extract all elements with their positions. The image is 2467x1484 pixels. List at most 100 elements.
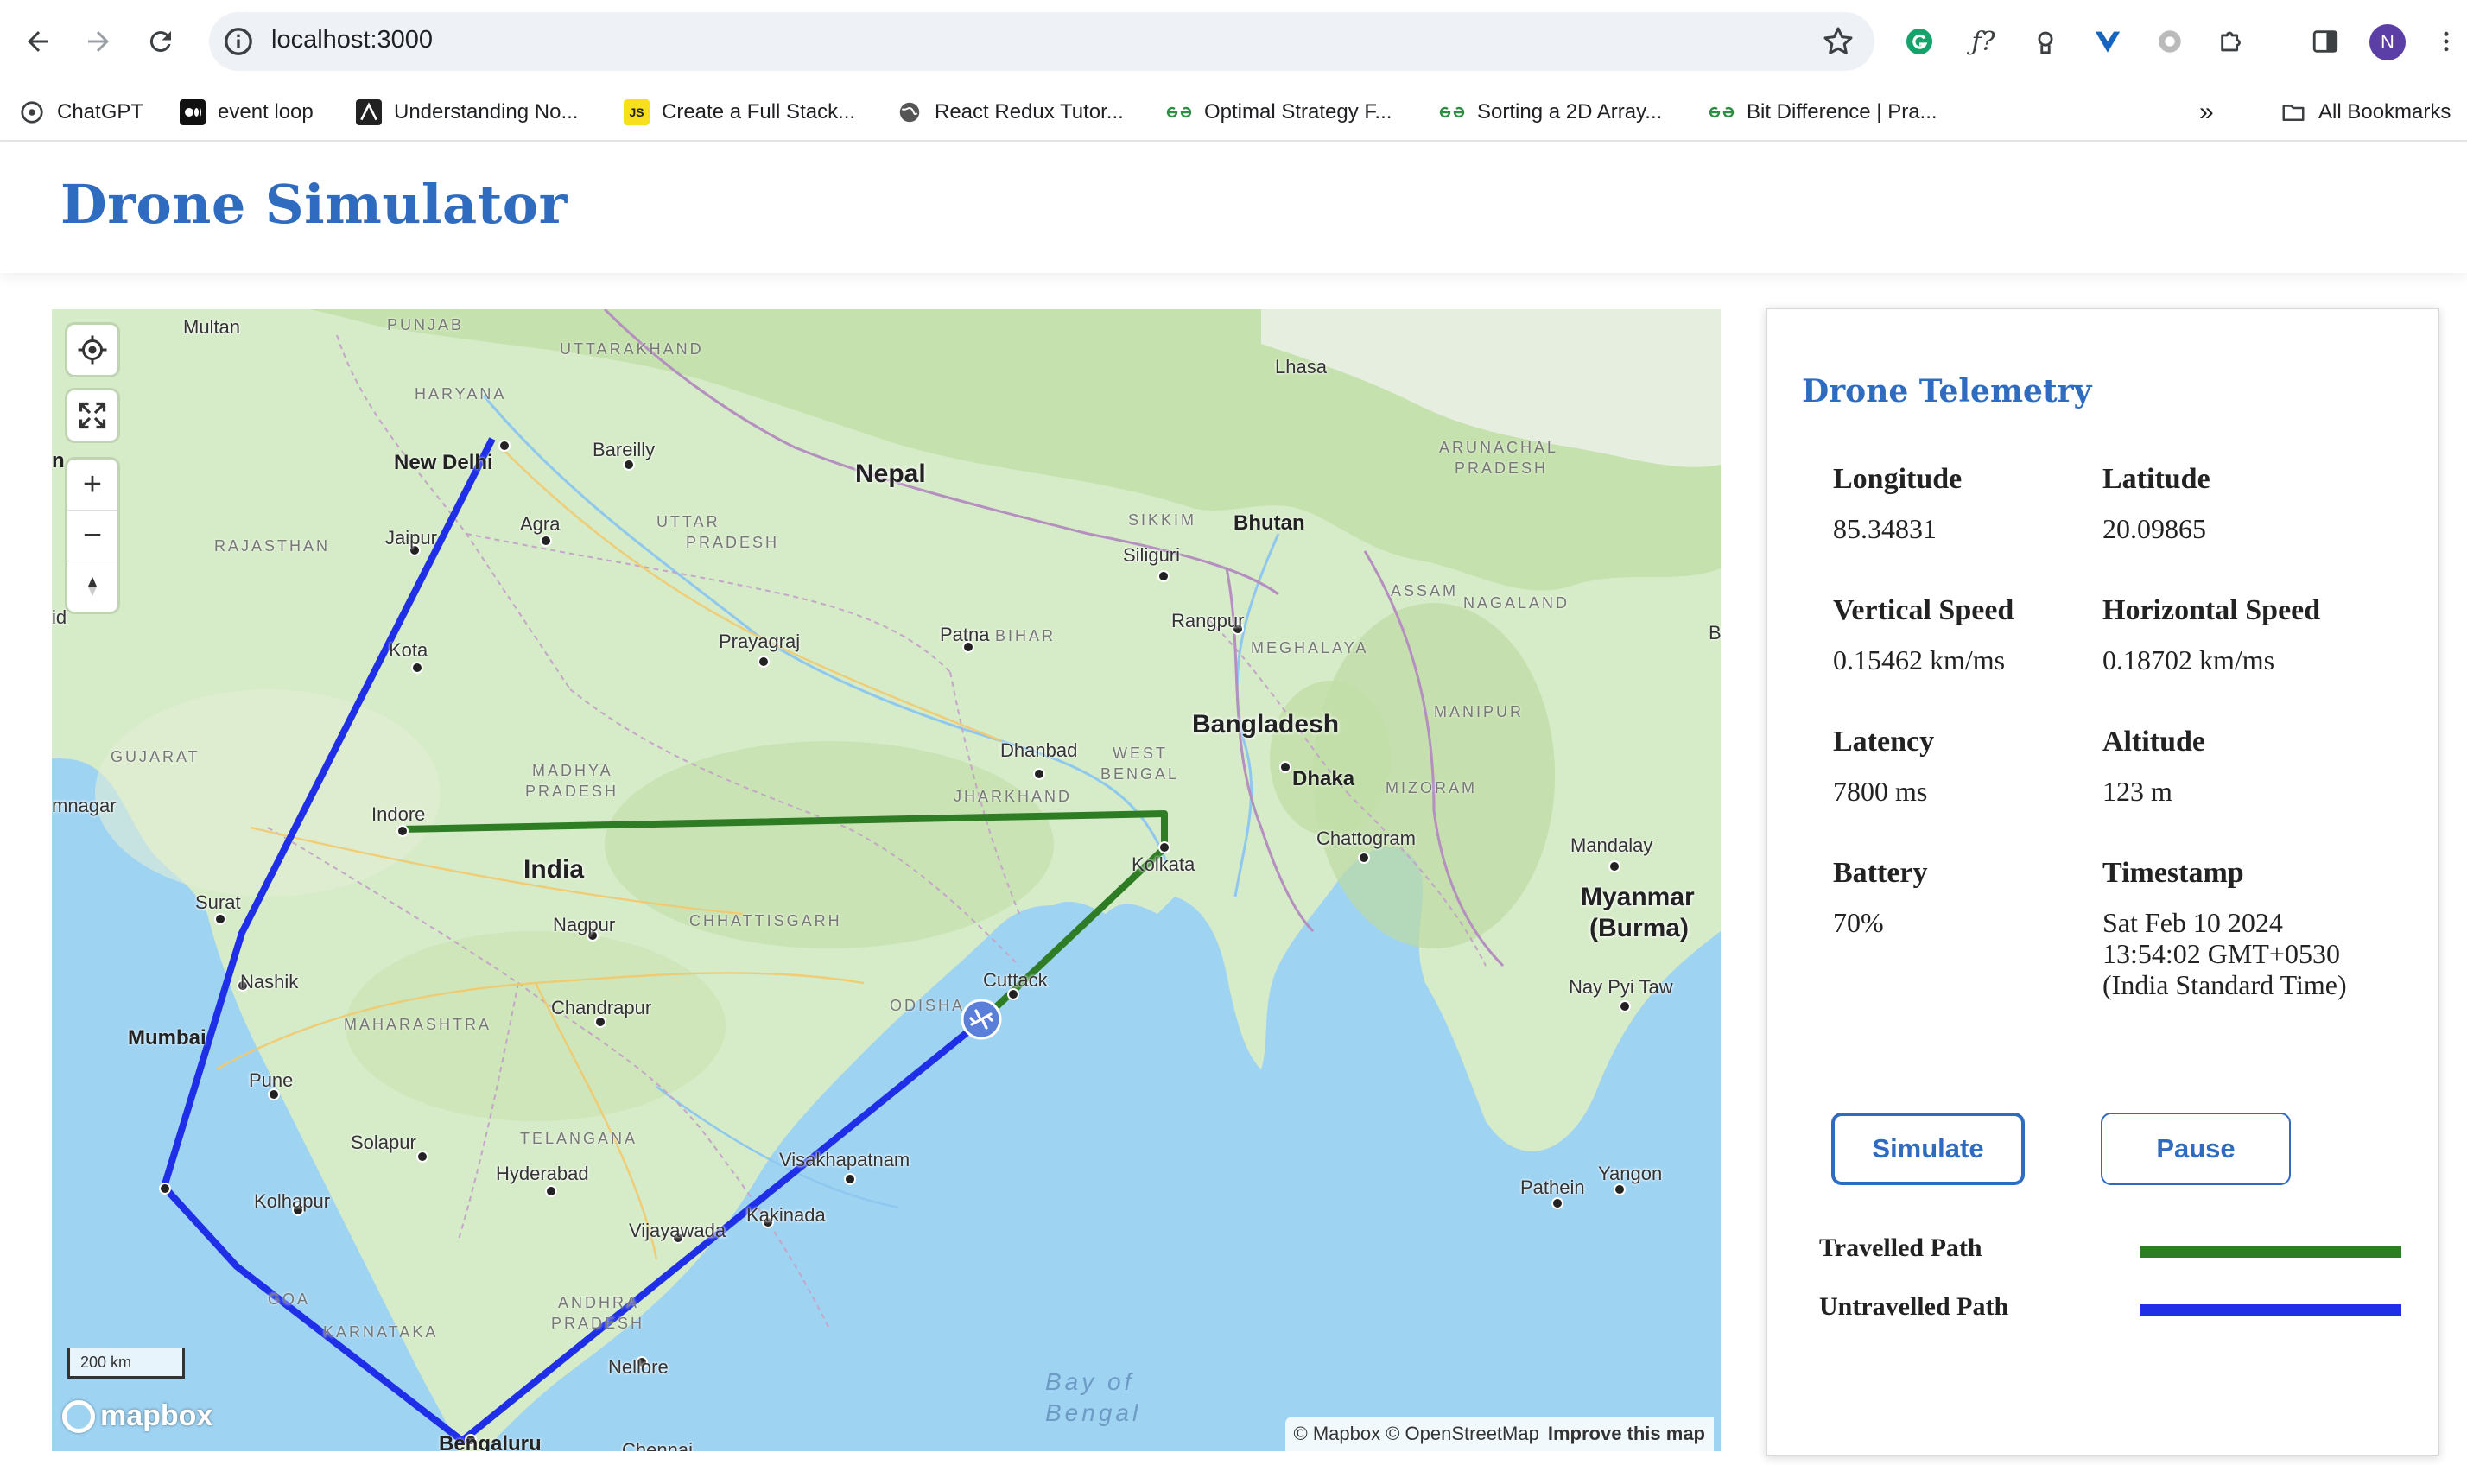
map-label: Bengal (1045, 1399, 1142, 1426)
drone-marker (961, 999, 1002, 1040)
map-label: UTTAR (656, 513, 720, 530)
legend-travelled-label: Travelled Path (1819, 1233, 1982, 1262)
map-label: Pathein (1520, 1176, 1585, 1198)
profile-avatar[interactable]: N (2369, 24, 2406, 60)
city-dot (1551, 1197, 1563, 1209)
zoom-in-button[interactable]: + (67, 460, 117, 510)
map-label: Siliguri (1123, 544, 1181, 566)
battery-label: Battery (1833, 857, 1928, 889)
bookmark-sorting-2d-array[interactable]: Sorting a 2D Array... (1439, 95, 1662, 130)
formula-extension-icon[interactable]: ƒ? (1964, 22, 2002, 60)
back-button[interactable] (16, 19, 60, 64)
map-label: GOA (268, 1291, 311, 1308)
map-label: Kolhapur (254, 1190, 331, 1212)
side-panel-icon[interactable] (2306, 22, 2344, 60)
all-bookmarks-label: All Bookmarks (2318, 100, 2451, 124)
map-label: Chennai (622, 1439, 693, 1451)
city-dot (1614, 1183, 1626, 1195)
map-label: (Burma) (1589, 914, 1690, 942)
vue-devtools-icon[interactable] (2089, 22, 2127, 60)
bookmark-bit-difference[interactable]: Bit Difference | Pra... (1709, 95, 1937, 130)
map-label: Multan (183, 316, 241, 338)
bookmark-full-stack[interactable]: JS Create a Full Stack... (624, 95, 855, 130)
url-text[interactable]: localhost:3000 (271, 26, 433, 54)
latitude-value: 20.09865 (2102, 513, 2206, 544)
latitude-label: Latitude (2102, 463, 2210, 495)
extensions-puzzle-icon[interactable] (2213, 22, 2251, 60)
bookmark-react-redux[interactable]: React Redux Tutor... (897, 95, 1124, 130)
map-label: Vijayawada (629, 1220, 726, 1241)
map-label: New Delhi (394, 451, 493, 474)
map-label: Nellore (608, 1356, 669, 1378)
city-dot (498, 440, 511, 452)
menu-kebab-icon[interactable] (2427, 22, 2465, 60)
info-icon[interactable] (221, 24, 256, 59)
vertical-speed-field: Vertical Speed 0.15462 km/ms (1833, 594, 2014, 675)
navigation-control[interactable]: + − (67, 460, 117, 612)
longitude-label: Longitude (1833, 463, 1963, 495)
map-label: Bay of (1045, 1368, 1135, 1395)
vertical-speed-label: Vertical Speed (1833, 594, 2014, 626)
map-label: KARNATAKA (323, 1323, 439, 1341)
gfg-icon (1439, 99, 1465, 125)
map-label: Yangon (1598, 1163, 1663, 1184)
map-attribution: © Mapbox © OpenStreetMap Improve this map (1284, 1417, 1714, 1451)
simulate-button[interactable]: Simulate (1831, 1113, 2025, 1185)
mapbox-logo[interactable]: mapbox (62, 1399, 212, 1433)
chatgpt-icon (19, 99, 45, 125)
geolocate-control[interactable] (67, 325, 117, 375)
map-label: Nepal (855, 460, 926, 488)
map-label: ARUNACHAL (1439, 439, 1559, 456)
map-label: MIZORAM (1386, 779, 1477, 796)
grammarly-icon[interactable] (1900, 22, 1938, 60)
battery-value: 70% (1833, 907, 1884, 938)
map-label: HARYANA (415, 385, 507, 403)
timestamp-value: Sat Feb 10 2024 13:54:02 GMT+0530 (India… (2102, 907, 2347, 1000)
map-label: PRADESH (551, 1315, 645, 1332)
extension-web-icon[interactable] (2151, 22, 2189, 60)
folder-icon (2280, 99, 2306, 125)
bookmark-optimal-strategy[interactable]: Optimal Strategy F... (1166, 95, 1392, 130)
more-bookmarks-button[interactable]: » (2199, 95, 2214, 130)
attribution-text[interactable]: © Mapbox © OpenStreetMap (1294, 1423, 1539, 1444)
altitude-field: Altitude 123 m (2102, 726, 2205, 807)
map-label: India (523, 855, 585, 884)
zoom-out-button[interactable]: − (67, 511, 117, 561)
map-label: ASSAM (1391, 582, 1459, 599)
bookmark-label: Create a Full Stack... (662, 100, 856, 124)
bookmark-chatgpt[interactable]: ChatGPT (19, 95, 143, 130)
city-dot (1619, 1000, 1631, 1012)
city-dot (214, 913, 226, 925)
bookmark-label: React Redux Tutor... (935, 100, 1124, 124)
map-label: UTTARAKHAND (560, 340, 704, 358)
vertical-speed-value: 0.15462 km/ms (1833, 644, 2006, 675)
city-dot (1158, 841, 1170, 853)
js-icon: JS (624, 99, 650, 125)
map-label: MAHARASHTRA (344, 1016, 492, 1033)
map-label: Dhanbad (1000, 739, 1078, 761)
city-dot (159, 1183, 171, 1195)
compass-button[interactable] (67, 561, 117, 612)
reload-button[interactable] (138, 19, 183, 64)
map-label: mnagar (52, 795, 117, 816)
improve-map-link[interactable]: Improve this map (1548, 1423, 1705, 1444)
map-label: Bengaluru (439, 1432, 542, 1451)
extension-hand-icon[interactable] (2026, 22, 2064, 60)
map-label: JHARKHAND (954, 788, 1073, 805)
star-icon[interactable] (1821, 24, 1855, 59)
map-label: Kakinada (746, 1204, 826, 1226)
bookmark-understanding-node[interactable]: Understanding No... (356, 95, 578, 130)
fullscreen-button[interactable] (67, 390, 117, 441)
map-view[interactable]: Multan PUNJAB HARYANA UTTARAKHAND Lhasa … (52, 309, 1721, 1451)
bookmark-label: Optimal Strategy F... (1204, 100, 1392, 124)
map-label: Hyderabad (496, 1163, 589, 1184)
map-label: Myanmar (1581, 883, 1695, 911)
fullscreen-control[interactable] (67, 390, 117, 441)
pause-button[interactable]: Pause (2101, 1113, 2291, 1185)
address-bar[interactable]: localhost:3000 (209, 12, 1874, 71)
map-label: Bangladesh (1192, 710, 1340, 739)
all-bookmarks-button[interactable]: All Bookmarks (2280, 95, 2451, 130)
forward-button[interactable] (76, 19, 121, 64)
bookmark-event-loop[interactable]: event loop (180, 95, 314, 130)
geolocate-button[interactable] (67, 325, 117, 375)
